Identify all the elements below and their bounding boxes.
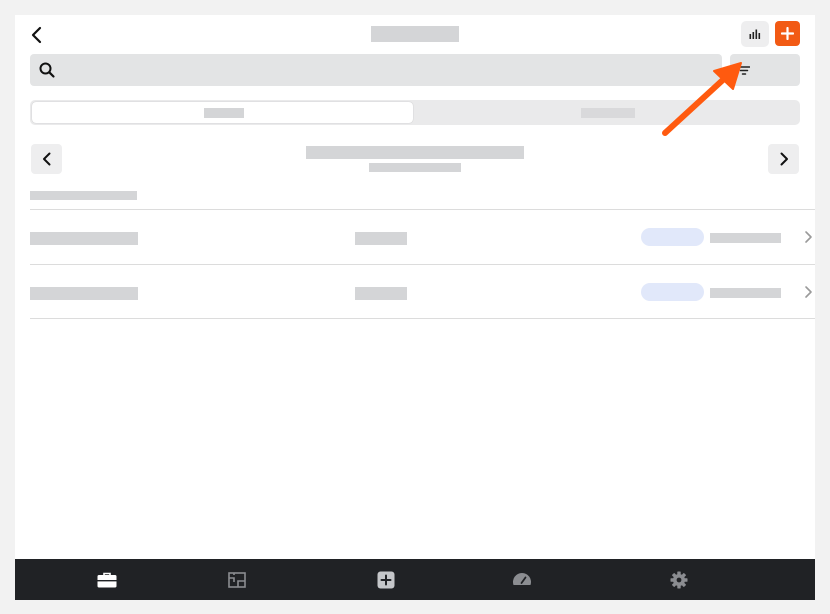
list-header (30, 191, 137, 200)
item-name (30, 232, 138, 245)
list-item[interactable] (30, 264, 815, 319)
chevron-right-icon (780, 152, 788, 166)
chevron-right-icon (805, 286, 812, 298)
tab-label (204, 108, 244, 118)
chevron-right-icon (805, 231, 812, 243)
tab-create[interactable] (356, 559, 416, 600)
annotation-arrow (662, 62, 742, 136)
search-bar[interactable] (30, 54, 722, 86)
status-badge (641, 228, 704, 246)
previous-button[interactable] (31, 144, 62, 174)
item-detail (710, 288, 781, 298)
tab-label (581, 108, 635, 118)
tab-projects[interactable] (77, 559, 137, 600)
item-value (355, 232, 407, 245)
item-detail (710, 233, 781, 243)
date-range-subtitle (369, 163, 461, 172)
tab-first[interactable] (32, 102, 413, 123)
plus-icon (781, 27, 794, 40)
status-badge (641, 283, 704, 301)
plus-square-icon (377, 571, 395, 588)
add-button[interactable] (775, 21, 800, 46)
tab-drawings[interactable] (207, 559, 267, 600)
app-frame (15, 15, 815, 600)
tab-dashboard[interactable] (492, 559, 552, 600)
chevron-left-icon (42, 152, 50, 166)
tab-settings[interactable] (649, 559, 709, 600)
list-item[interactable] (30, 209, 815, 264)
search-icon (39, 62, 55, 78)
bottom-nav (15, 559, 815, 600)
chevron-left-icon (31, 26, 42, 44)
item-value (355, 287, 407, 300)
item-name (30, 287, 138, 300)
briefcase-icon (97, 572, 117, 587)
search-input[interactable] (64, 54, 714, 86)
speedometer-icon (512, 572, 532, 585)
back-button[interactable] (23, 21, 51, 49)
date-range-title (306, 146, 524, 159)
page-title (371, 26, 459, 42)
floorplan-icon (228, 571, 246, 588)
gear-icon (670, 571, 688, 588)
